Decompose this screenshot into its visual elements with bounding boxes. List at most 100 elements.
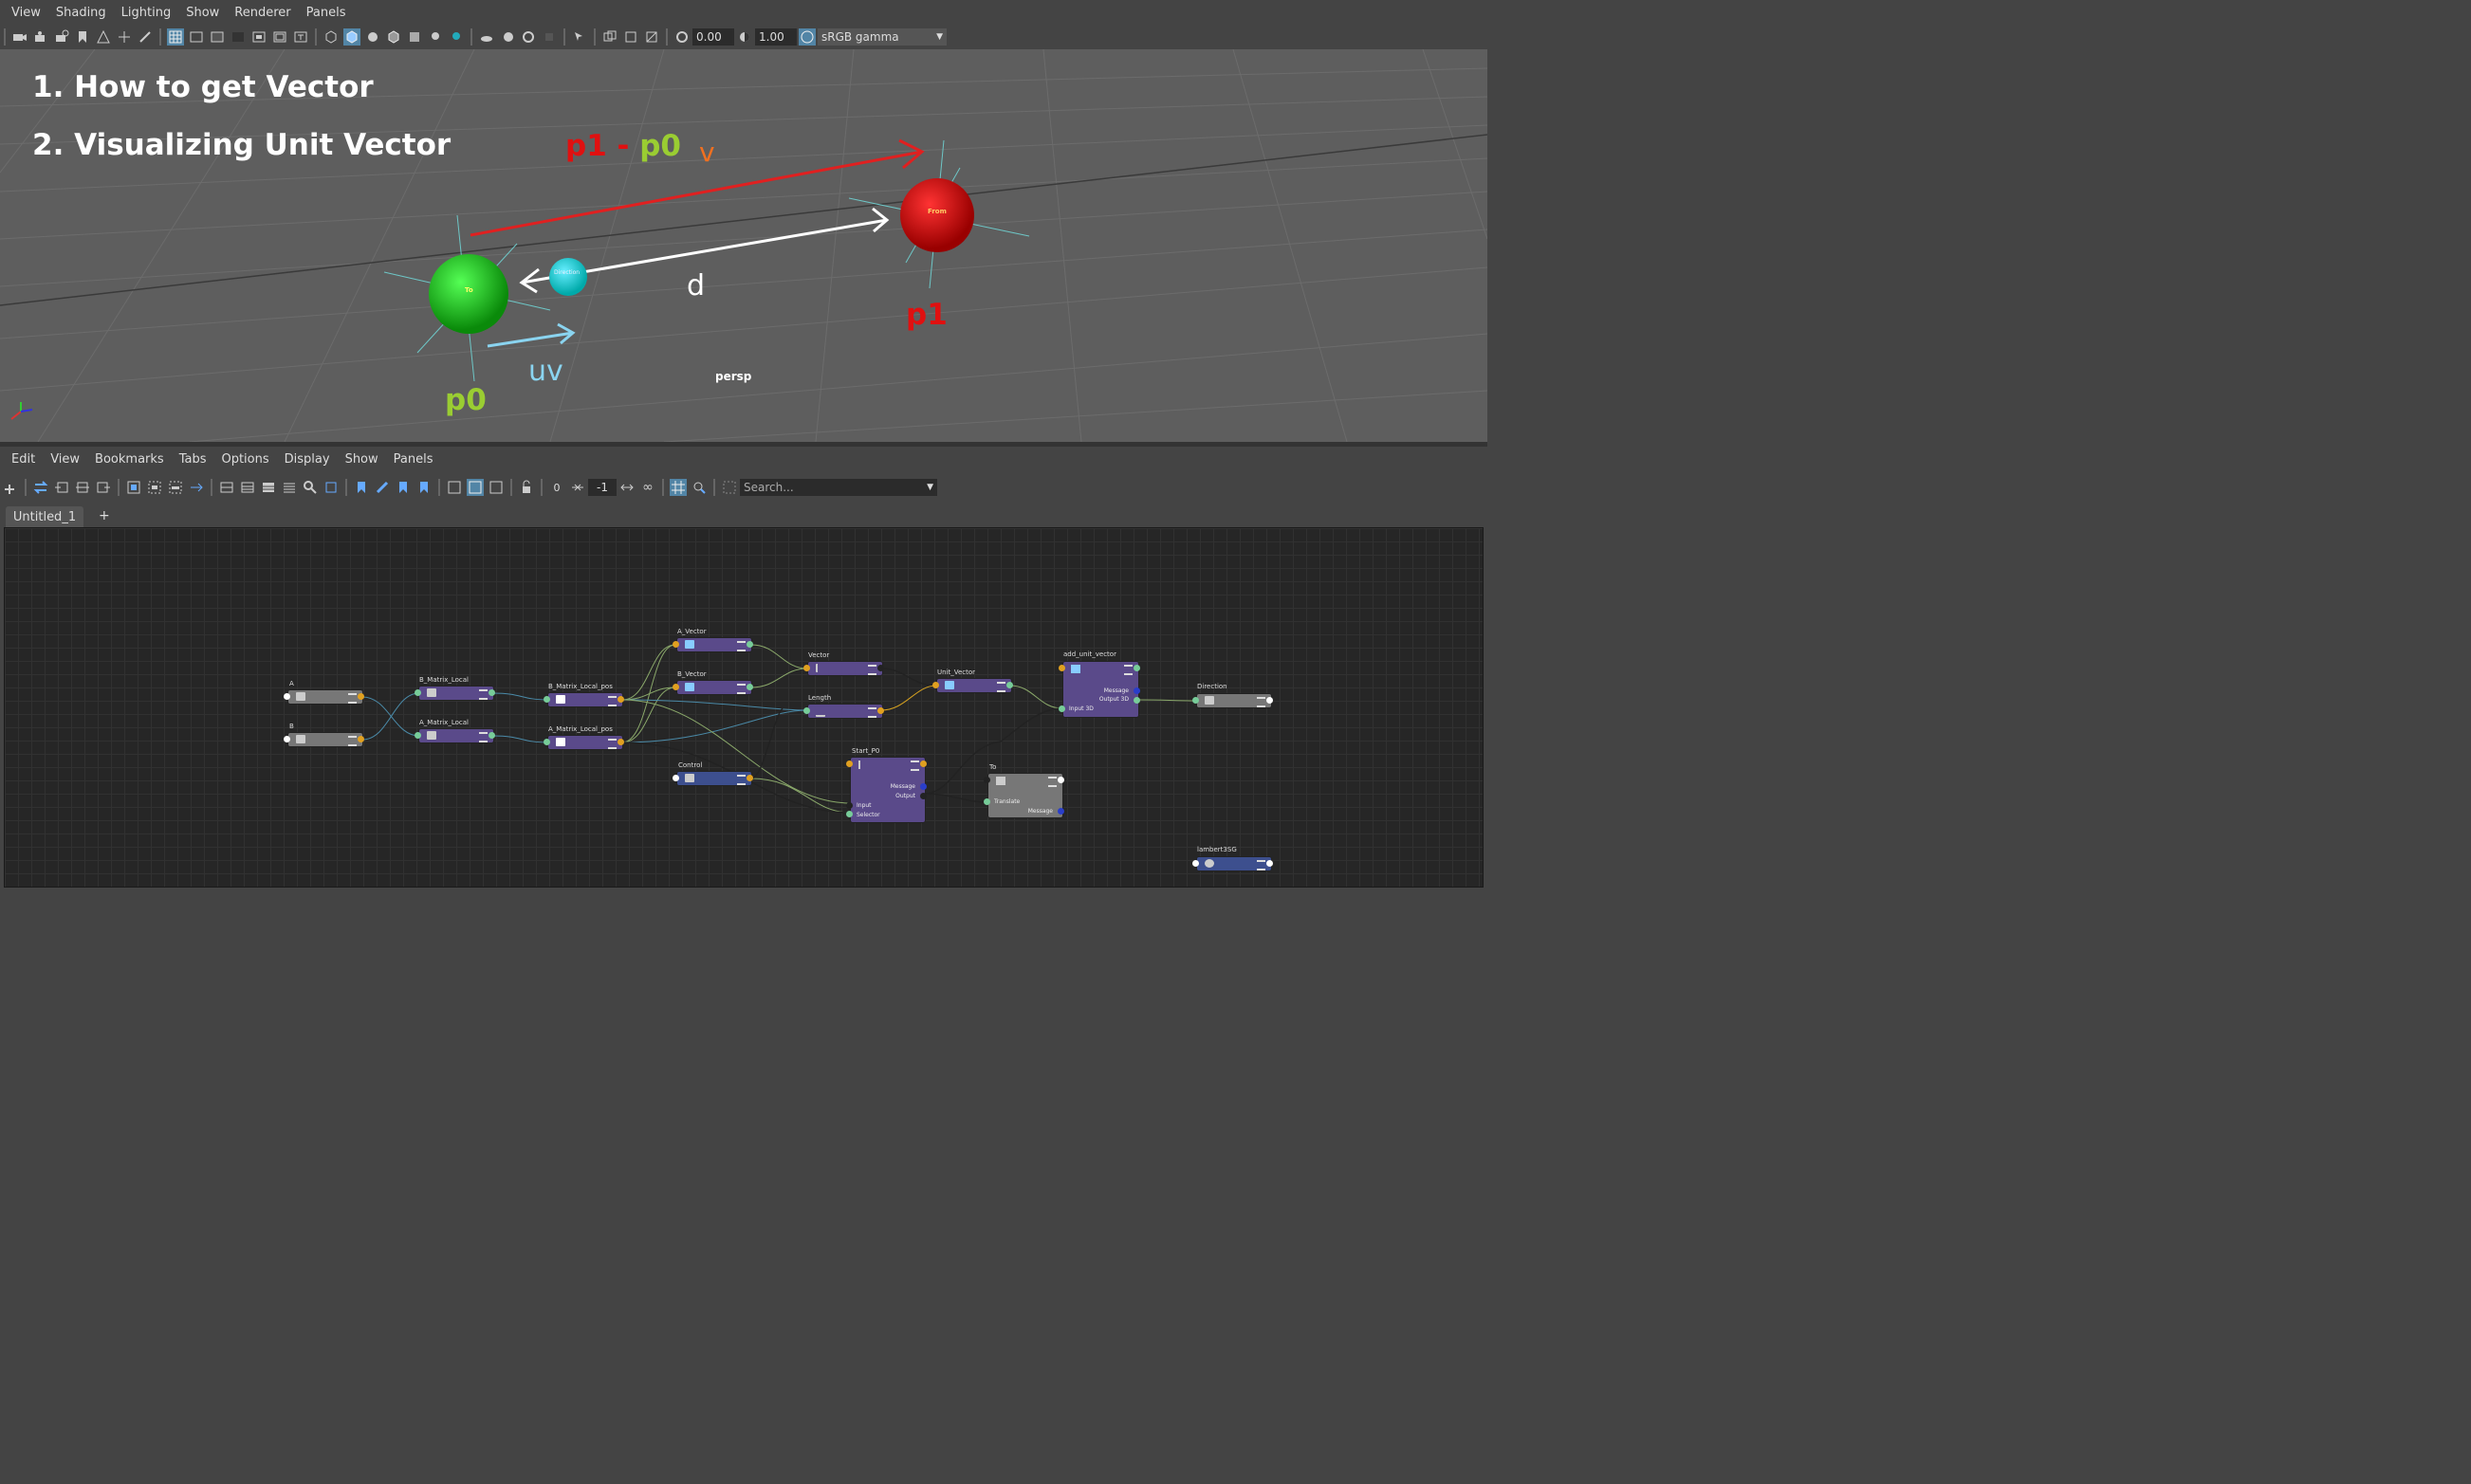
bookmark-icon[interactable] [74, 28, 91, 46]
port-output[interactable] [920, 793, 927, 799]
safe-action-icon[interactable] [271, 28, 288, 46]
attr-message[interactable]: Message [891, 783, 915, 790]
ne-menu-panels[interactable]: Panels [394, 452, 433, 467]
node-menu-icon[interactable] [608, 696, 617, 706]
attr-selector[interactable]: Selector [857, 812, 880, 818]
shapes-toggle-icon[interactable] [446, 479, 463, 496]
node-menu-icon[interactable] [868, 707, 876, 718]
gate-mask-icon[interactable] [230, 28, 247, 46]
io-connections-icon[interactable] [74, 479, 91, 496]
port-out[interactable] [1006, 682, 1013, 688]
zero-icon[interactable]: 0 [548, 479, 565, 496]
tab-untitled-1[interactable]: Untitled_1 [6, 506, 83, 527]
ne-menu-options[interactable]: Options [221, 452, 268, 467]
anti-aliasing-icon[interactable] [520, 28, 537, 46]
port-out[interactable] [747, 775, 753, 781]
node-menu-icon[interactable] [737, 641, 746, 651]
xray-joints-icon[interactable] [622, 28, 639, 46]
port-out[interactable] [747, 641, 753, 648]
port-translate[interactable] [984, 798, 990, 805]
port-message[interactable] [1134, 687, 1140, 694]
node-direction[interactable] [1196, 693, 1272, 708]
port-out[interactable] [1134, 665, 1140, 671]
node-length[interactable] [807, 704, 883, 719]
node-menu-icon[interactable] [608, 739, 617, 749]
port-b-in[interactable] [284, 736, 290, 742]
port-out[interactable] [877, 665, 884, 671]
simple-mode-icon[interactable] [218, 479, 235, 496]
port-input3d[interactable] [1059, 705, 1065, 712]
menu-renderer[interactable]: Renderer [234, 6, 290, 20]
shadows-icon[interactable] [448, 28, 465, 46]
ne-menu-bookmarks[interactable]: Bookmarks [95, 452, 164, 467]
camera-lock-icon[interactable] [32, 28, 49, 46]
node-menu-icon[interactable] [1257, 860, 1265, 870]
node-to[interactable]: Translate Message [987, 773, 1063, 818]
attr-output[interactable]: Output [895, 793, 915, 799]
node-menu-icon[interactable] [348, 693, 357, 704]
node-a-vector[interactable] [676, 637, 752, 652]
node-menu-icon[interactable] [1257, 697, 1265, 707]
node-menu-icon[interactable] [1124, 665, 1133, 675]
frame-sel-2-icon[interactable] [167, 479, 184, 496]
attr-input[interactable]: Input [857, 802, 872, 809]
bookmark-edit-icon[interactable] [374, 479, 391, 496]
port-input[interactable] [846, 802, 853, 809]
port-out[interactable] [618, 696, 624, 703]
wireframe-on-shaded-icon[interactable] [385, 28, 402, 46]
port-out[interactable] [920, 760, 927, 767]
node-menu-icon[interactable] [737, 684, 746, 694]
pin-icon[interactable] [323, 479, 340, 496]
port-in[interactable] [803, 665, 810, 671]
camera-attributes-icon[interactable] [53, 28, 70, 46]
textured-icon[interactable] [406, 28, 423, 46]
camera-icon[interactable] [11, 28, 28, 46]
node-vector[interactable] [807, 661, 883, 676]
viewport-persp[interactable]: 1. How to get Vector 2. Visualizing Unit… [0, 49, 1487, 442]
node-b-matrix-local-pos[interactable] [547, 692, 623, 707]
bookmark-next-icon[interactable] [415, 479, 433, 496]
ne-menu-show[interactable]: Show [345, 452, 378, 467]
port-in[interactable] [1192, 860, 1199, 867]
node-a[interactable] [287, 689, 363, 705]
port-in[interactable] [1059, 665, 1065, 671]
relayout-icon[interactable] [188, 479, 205, 496]
port-out[interactable] [1266, 860, 1273, 867]
snap-grid-icon[interactable] [670, 479, 687, 496]
port-in[interactable] [1192, 697, 1199, 704]
bookmark-add-icon[interactable] [353, 479, 370, 496]
port-message[interactable] [1058, 808, 1064, 815]
color-management-toggle-icon[interactable] [799, 28, 816, 46]
node-unit-vector[interactable] [936, 678, 1012, 693]
graph-selection-icon[interactable] [467, 479, 484, 496]
default-material-icon[interactable] [364, 28, 381, 46]
port-b-out[interactable] [358, 736, 364, 742]
menu-lighting[interactable]: Lighting [121, 6, 172, 20]
node-menu-icon[interactable] [997, 682, 1005, 692]
image-plane-icon[interactable] [95, 28, 112, 46]
node-control[interactable] [676, 771, 752, 786]
node-b-vector[interactable] [676, 680, 752, 695]
port-a-out[interactable] [358, 693, 364, 700]
snap-icon[interactable] [691, 479, 708, 496]
node-add-unit-vector[interactable]: Message Output 3D Input 3D [1062, 661, 1139, 718]
2d-pan-zoom-icon[interactable] [116, 28, 133, 46]
exposure-icon[interactable] [673, 28, 691, 46]
port-in[interactable] [544, 696, 550, 703]
bookmark-prev-icon[interactable] [395, 479, 412, 496]
full-mode-icon[interactable] [260, 479, 277, 496]
depth-of-field-icon[interactable] [541, 28, 558, 46]
exposure-field[interactable]: 0.00 [692, 28, 734, 46]
port-in[interactable] [415, 732, 421, 739]
frame-all-icon[interactable] [125, 479, 142, 496]
wireframe-icon[interactable] [323, 28, 340, 46]
frame-icon[interactable] [721, 479, 738, 496]
port-a-in[interactable] [284, 693, 290, 700]
node-b-matrix-local[interactable] [418, 686, 494, 701]
depth-field[interactable]: -1 [588, 479, 617, 496]
port-out[interactable] [489, 689, 495, 696]
motion-blur-icon[interactable] [499, 28, 516, 46]
grid-icon[interactable] [167, 28, 184, 46]
gamma-field[interactable]: 1.00 [755, 28, 797, 46]
frame-selection-icon[interactable] [146, 479, 163, 496]
